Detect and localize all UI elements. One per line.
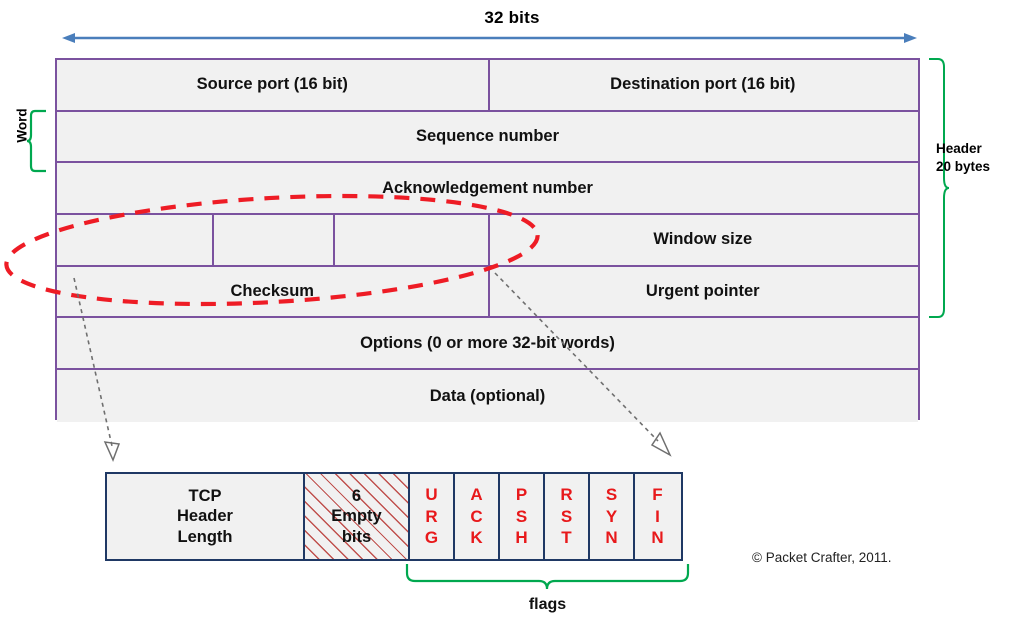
header-size-line-2: 20 bytes [936,159,991,175]
detail-cell-flag-rst: R S T [545,474,590,559]
bit-width-label: 32 bits [484,8,540,27]
header-size-label: Header 20 bytes [936,140,1024,176]
word-label: Word [14,108,30,143]
table-row: Source port (16 bit) Destination port (1… [57,60,918,112]
flags-brace [405,564,690,590]
detail-cell-header-length: TCP Header Length [107,474,305,559]
tcp-offset-flags-detail-table: TCP Header Length 6 Empty bits U R G A C… [105,472,683,561]
detail-cell-flag-psh: P S H [500,474,545,559]
field-sequence-number: Sequence number [415,127,560,146]
connector-arrow-right [494,272,672,457]
double-arrow-horizontal-icon [62,33,917,43]
detail-cell-empty-bits: 6 Empty bits [305,474,410,559]
copyright-notice: © Packet Crafter, 2011. [752,550,892,565]
diagram-canvas: 32 bits Word Source port (16 bit) Destin… [0,0,1024,628]
detail-cell-flag-ack: A C K [455,474,500,559]
connector-arrow-left [73,277,121,462]
flags-label: flags [528,596,567,613]
detail-cell-flag-urg: U R G [410,474,455,559]
table-row: Sequence number [57,111,918,164]
detail-cell-flag-fin: F I N [635,474,680,559]
header-size-brace [929,58,950,318]
field-source-port: Source port (16 bit) [196,75,348,94]
field-destination-port: Destination port (16 bit) [610,75,796,94]
detail-cell-flag-syn: S Y N [590,474,635,559]
header-size-line-1: Header [936,141,982,156]
